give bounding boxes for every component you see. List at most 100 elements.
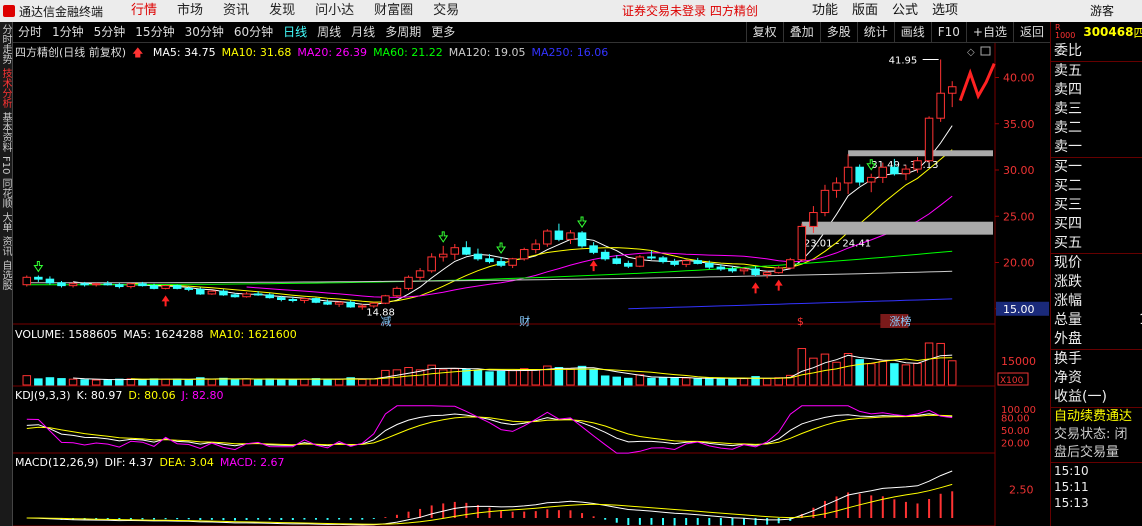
- volume-bar-55: [658, 377, 668, 386]
- macd-indicator-2: DEA: 3.04: [159, 456, 214, 469]
- period-8[interactable]: 月线: [346, 22, 380, 42]
- tool-button-4[interactable]: 画线: [893, 22, 931, 42]
- volume-bar-41: [496, 370, 506, 386]
- candle-body-35: [427, 256, 436, 272]
- period-2[interactable]: 5分钟: [89, 22, 131, 42]
- volume-bar-13: [172, 378, 182, 386]
- tool-button-0[interactable]: 复权: [745, 22, 783, 42]
- resistance-zone-1: [848, 150, 993, 157]
- candle-body-2: [45, 278, 55, 284]
- volume-bar-69: [820, 353, 830, 386]
- volume-bar-21: [265, 378, 274, 386]
- auto-renew-notice[interactable]: 自动续费通达: [1051, 408, 1142, 426]
- tool-button-3[interactable]: 统计: [856, 22, 894, 42]
- buy-level-3: 买四: [1054, 216, 1082, 232]
- stat2-2: 收益(一): [1054, 389, 1107, 405]
- candle-body-34: [415, 270, 425, 278]
- candle-body-40: [485, 258, 494, 263]
- period-4[interactable]: 30分钟: [180, 22, 229, 42]
- tool-button-6[interactable]: +自选: [965, 22, 1013, 42]
- volume-bar-52: [624, 377, 633, 386]
- candle-body-38: [462, 247, 471, 255]
- candle-body-16: [207, 290, 217, 295]
- left-tab-5[interactable]: 大单: [0, 210, 11, 234]
- top-menu-item-6[interactable]: 交易: [423, 0, 469, 22]
- top-menu-item-0[interactable]: 行情: [121, 0, 167, 22]
- kdj-y-tick-1: 80.00: [1001, 414, 1030, 425]
- guest-login-button[interactable]: 游客: [1090, 0, 1114, 22]
- top-menu-item-3[interactable]: 发现: [259, 0, 305, 22]
- period-10[interactable]: 更多: [426, 22, 460, 42]
- candle-body-55: [658, 257, 668, 263]
- forecast-zigzag: [958, 63, 996, 102]
- left-tab-4[interactable]: 同花顺: [0, 176, 11, 210]
- candle-body-6: [91, 283, 101, 286]
- ma250-line: [628, 298, 953, 310]
- window-toggle-icon: [980, 46, 991, 56]
- right-menu-item-0[interactable]: 功能: [805, 0, 845, 22]
- chart-area[interactable]: 40.0035.0030.0025.0020.0015.0015.0031.49…: [13, 43, 1050, 526]
- buy-signal-arrow-5: [589, 260, 598, 272]
- sell-level-2: 卖三: [1054, 101, 1082, 117]
- candle-body-0: [22, 276, 32, 286]
- main-indicator-1: MA10: 31.68: [221, 46, 292, 59]
- volume-bar-1: [34, 378, 43, 386]
- top-menu-item-5[interactable]: 财富圈: [364, 0, 423, 22]
- period-7[interactable]: 周线: [312, 22, 346, 42]
- candle-body-12: [161, 285, 170, 289]
- candle-body-3: [57, 282, 66, 287]
- volume-bar-51: [612, 376, 622, 386]
- period-1[interactable]: 1分钟: [47, 22, 89, 42]
- ma120-line: [26, 270, 953, 284]
- app-logo-icon: [3, 5, 15, 17]
- tool-button-7[interactable]: 返回: [1012, 22, 1050, 42]
- event-label-2: $: [797, 315, 804, 328]
- candle-body-71: [843, 166, 853, 184]
- left-tab-1[interactable]: 技术分析: [0, 66, 11, 110]
- menu-bar: 通达信金融终端 行情 市场 资讯 发现 问小达 财富圈 交易 证券交易未登录 四方精创 功能…: [0, 0, 1142, 23]
- y-tick-label-2: 30.00: [1003, 164, 1035, 177]
- candle-body-7: [103, 283, 113, 286]
- left-tab-6[interactable]: 资讯: [0, 234, 11, 258]
- kdj-indicator-2: D: 80.06: [128, 389, 176, 402]
- tool-button-5[interactable]: F10: [930, 22, 966, 42]
- period-3[interactable]: 15分钟: [130, 22, 179, 42]
- zone2-label: 23.01 - 24.41: [804, 239, 871, 250]
- sell-level-3: 卖二: [1054, 120, 1082, 136]
- candle-body-15: [196, 288, 205, 295]
- period-5[interactable]: 60分钟: [229, 22, 278, 42]
- tool-button-2[interactable]: 多股: [819, 22, 857, 42]
- left-tab-7[interactable]: 自选股: [0, 258, 11, 292]
- volume-bar-60: [716, 378, 726, 386]
- y-tick-label-1: 35.00: [1003, 118, 1035, 131]
- period-9[interactable]: 多周期: [380, 22, 426, 42]
- buy-signal-arrow-6: [751, 282, 760, 294]
- tool-button-1[interactable]: 叠加: [782, 22, 820, 42]
- right-menu-item-3[interactable]: 选项: [925, 0, 965, 22]
- kline-chart[interactable]: 40.0035.0030.0025.0020.0015.0015.0031.49…: [13, 43, 1050, 526]
- candle-body-58: [693, 260, 702, 264]
- kdj-indicator-1: K: 80.97: [76, 389, 123, 402]
- period-0[interactable]: 分时: [13, 22, 47, 42]
- volume-bar-47: [566, 368, 575, 386]
- left-tab-3[interactable]: F10: [0, 154, 11, 176]
- candle-body-18: [230, 294, 240, 298]
- trade-login-warning[interactable]: 证券交易未登录 四方精创: [622, 0, 758, 22]
- period-6[interactable]: 日线: [278, 22, 312, 42]
- main-indicator-4: MA120: 19.05: [448, 46, 526, 59]
- stat-3: 总量1: [1051, 311, 1142, 330]
- top-menu-item-4[interactable]: 问小达: [305, 0, 364, 22]
- macd-y-tick: 2.50: [1009, 484, 1034, 497]
- volume-bar-42: [508, 369, 517, 386]
- period-selector: 分时 1分钟 5分钟 15分钟 30分钟 60分钟 日线 周线 月线 多周期 更多: [13, 22, 460, 42]
- buy-signal-arrow-7: [774, 279, 783, 291]
- sell-signal-arrow-0: [33, 260, 44, 273]
- right-menu-item-2[interactable]: 公式: [885, 0, 925, 22]
- right-menu-item-1[interactable]: 版面: [845, 0, 885, 22]
- top-menu-item-2[interactable]: 资讯: [213, 0, 259, 22]
- left-tab-2[interactable]: 基本资料: [0, 110, 11, 154]
- left-tab-0[interactable]: 分时走势: [0, 22, 11, 66]
- buy-level-4: 买五: [1054, 235, 1082, 251]
- top-menu-item-1[interactable]: 市场: [167, 0, 213, 22]
- volume-bar-7: [103, 379, 113, 386]
